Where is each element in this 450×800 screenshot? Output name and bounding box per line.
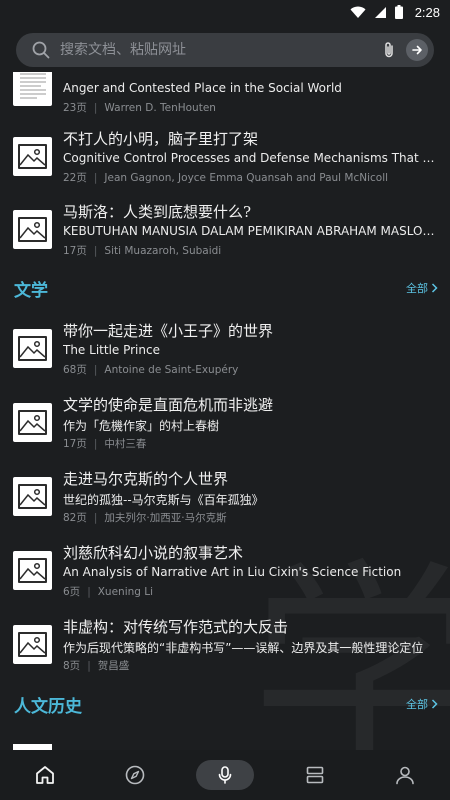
book-cover [13, 137, 52, 176]
search-bar[interactable] [16, 33, 434, 67]
search-input[interactable] [60, 42, 372, 58]
book-title: 刘慈欣科幻小说的叙事艺术 [63, 544, 244, 562]
arrow-right-icon [412, 45, 422, 55]
book-pages: 82页 [63, 512, 87, 524]
list-item[interactable]: 不打人的小明，脑子里打了架 Cognitive Control Processe… [0, 130, 450, 207]
see-all-link[interactable]: 全部 [406, 696, 438, 712]
book-subtitle: 世纪的孤独--马尔克斯与《百年孤独》 [63, 493, 264, 507]
book-title: 马斯洛：人类到底想要什么? [63, 203, 252, 221]
nav-profile[interactable] [375, 755, 435, 795]
image-placeholder-icon [20, 488, 45, 506]
library-icon [306, 766, 324, 784]
book-meta: 68页 | Antoine de Saint-Exupéry [63, 364, 239, 376]
image-placeholder-icon [20, 148, 45, 166]
go-button[interactable] [406, 39, 428, 61]
see-all-link[interactable]: 全部 [406, 280, 438, 296]
book-authors: Jean Gagnon, Joyce Emma Quansah and Paul… [104, 172, 389, 184]
see-all-label: 全部 [406, 282, 428, 295]
book-meta: 82页 | 加夫列尔·加西亚·马尔克斯 [63, 512, 227, 524]
list-item[interactable]: 非虚构：对传统写作范式的大反击 作为后现代策略的“非虚构书写”——误解、边界及其… [0, 618, 450, 695]
book-cover [13, 68, 52, 106]
compass-icon [125, 765, 145, 785]
book-authors: Siti Muazaroh, Subaidi [104, 245, 222, 257]
book-title: 带你一起走进《小王子》的世界 [63, 322, 274, 340]
book-subtitle: 作为后现代策略的“非虚构书写”——误解、边界及其一般性理论定位 [63, 641, 424, 655]
book-subtitle: KEBUTUHAN MANUSIA DALAM PEMIKIRAN ABRAHA… [63, 224, 435, 238]
book-subtitle: 作为「危機作家」的村上春樹 [63, 419, 220, 433]
nav-voice[interactable] [195, 755, 255, 795]
book-authors: Warren D. TenHouten [104, 102, 216, 114]
book-pages: 68页 [63, 364, 87, 376]
book-subtitle: Anger and Contested Place in the Social … [63, 81, 342, 95]
book-meta: 23页 | Warren D. TenHouten [63, 102, 216, 114]
book-cover [13, 329, 52, 368]
book-pages: 22页 [63, 172, 87, 184]
search-area [0, 24, 450, 72]
nav-home[interactable] [15, 755, 75, 795]
list-item[interactable]: 刘慈欣科幻小说的叙事艺术 An Analysis of Narrative Ar… [0, 544, 450, 621]
image-placeholder-icon [20, 562, 45, 580]
book-title: 非虚构：对传统写作范式的大反击 [63, 618, 289, 636]
battery-icon [394, 5, 403, 19]
book-authors: Xuening Li [97, 586, 154, 598]
book-subtitle: Cognitive Control Processes and Defense … [63, 151, 435, 165]
see-all-label: 全部 [406, 698, 428, 711]
document-preview-icon [19, 73, 46, 99]
list-item[interactable]: 马斯洛：人类到底想要什么? KEBUTUHAN MANUSIA DALAM PE… [0, 203, 450, 280]
chevron-right-icon [431, 283, 438, 293]
search-icon [32, 41, 50, 59]
book-cover [13, 551, 52, 590]
image-placeholder-icon [20, 636, 45, 654]
book-subtitle: The Little Prince [63, 343, 160, 357]
bottom-nav [0, 750, 450, 800]
book-cover [13, 210, 52, 249]
book-authors: 贺昌盛 [97, 660, 130, 672]
book-meta: 17页 | Siti Muazaroh, Subaidi [63, 245, 222, 257]
book-meta: 22页 | Jean Gagnon, Joyce Emma Quansah and … [63, 172, 389, 184]
chevron-right-icon [431, 699, 438, 709]
book-pages: 6页 [63, 586, 81, 598]
book-meta: 8页 | 贺昌盛 [63, 660, 130, 672]
clock: 2:28 [414, 4, 440, 20]
section-header-literature: 文学 全部 [0, 276, 450, 306]
book-title: 走进马尔克斯的个人世界 [63, 470, 229, 488]
image-placeholder-icon [20, 221, 45, 239]
nav-library[interactable] [285, 755, 345, 795]
section-header-humanities: 人文历史 全部 [0, 692, 450, 722]
book-authors: 加夫列尔·加西亚·马尔克斯 [104, 512, 227, 524]
book-cover [13, 625, 52, 664]
attachment-icon[interactable] [382, 41, 396, 59]
book-pages: 8页 [63, 660, 81, 672]
voice-button[interactable] [196, 760, 254, 790]
book-pages: 17页 [63, 438, 87, 450]
book-authors: 中村三春 [104, 438, 147, 450]
nav-discover[interactable] [105, 755, 165, 795]
book-pages: 17页 [63, 245, 87, 257]
section-title: 文学 [14, 281, 48, 301]
list-item[interactable]: 带你一起走进《小王子》的世界 The Little Prince 68页 | Ant… [0, 322, 450, 399]
book-cover [13, 403, 52, 442]
book-pages: 23页 [63, 102, 87, 114]
book-cover [13, 477, 52, 516]
profile-icon [396, 766, 414, 785]
book-title: 不打人的小明，脑子里打了架 [63, 130, 259, 148]
list-item[interactable]: 走进马尔克斯的个人世界 世纪的孤独--马尔克斯与《百年孤独》 82页 | 加夫列尔·… [0, 470, 450, 547]
image-placeholder-icon [20, 340, 45, 358]
book-authors: Antoine de Saint-Exupéry [104, 364, 239, 376]
book-subtitle: An Analysis of Narrative Art in Liu Cixi… [63, 565, 402, 579]
microphone-icon [218, 766, 232, 784]
list-item[interactable]: …… Anger and Contested Place in the Soci… [0, 60, 450, 137]
book-title: 文学的使命是直面危机而非逃避 [63, 396, 274, 414]
list-item[interactable]: 文学的使命是直面危机而非逃避 作为「危機作家」的村上春樹 17页 | 中村三春 [0, 396, 450, 473]
book-meta: 6页 | Xuening Li [63, 586, 154, 598]
signal-icon [374, 6, 386, 18]
content-feed: …… Anger and Contested Place in the Soci… [0, 60, 450, 750]
image-placeholder-icon [20, 414, 45, 432]
status-bar: 2:28 [0, 0, 450, 24]
book-meta: 17页 | 中村三春 [63, 438, 147, 450]
wifi-icon [350, 6, 366, 18]
home-icon [36, 766, 54, 784]
section-title: 人文历史 [14, 697, 82, 717]
